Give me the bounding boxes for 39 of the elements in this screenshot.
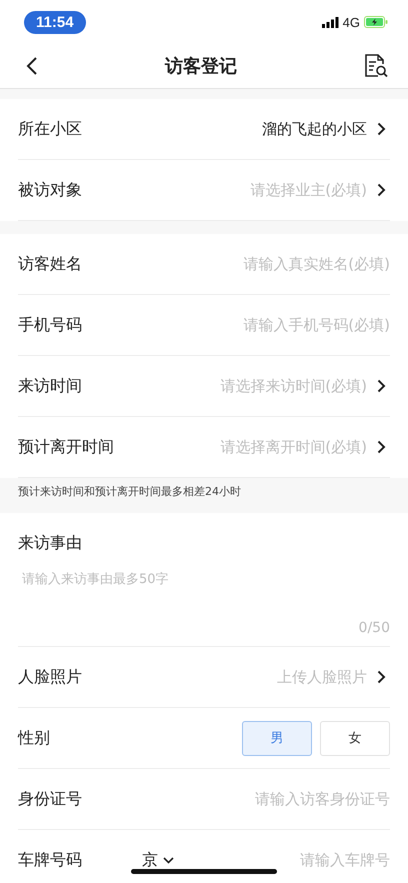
chevron-right-icon[interactable] — [377, 670, 386, 684]
select-field[interactable]: 请选择来访时间(必填) — [82, 376, 367, 396]
field-label: 性别 — [18, 728, 50, 748]
field-label: 车牌号码 — [18, 850, 82, 870]
select-field[interactable]: 请选择业主(必填) — [82, 180, 367, 200]
caret-icon — [163, 856, 174, 864]
back-icon[interactable] — [26, 56, 38, 76]
field-label: 来访时间 — [18, 376, 82, 396]
field-label: 访客姓名 — [18, 254, 82, 274]
reason-field[interactable]: 请输入来访事由最多50字 0/50 — [18, 554, 390, 646]
text-field[interactable]: 请输入真实姓名(必填) — [82, 255, 390, 273]
status-time: 11:54 — [24, 10, 86, 34]
field-label: 预计离开时间 — [18, 436, 114, 458]
text-field[interactable]: 请输入手机号码(必填) — [82, 316, 390, 334]
battery-icon — [364, 16, 388, 28]
plate-field[interactable]: 请输入车牌号 — [184, 851, 390, 869]
field-label: 被访对象 — [18, 180, 82, 200]
text-field[interactable]: 请输入访客身份证号 — [82, 790, 390, 808]
chevron-right-icon[interactable] — [377, 379, 386, 393]
province-dropdown[interactable]: 京 — [142, 850, 174, 870]
document-search-icon[interactable] — [364, 53, 388, 79]
field-label: 手机号码 — [18, 314, 82, 336]
select-field[interactable]: 溜的飞起的小区 — [82, 120, 367, 138]
network-label: 4G — [342, 14, 360, 30]
select-field[interactable]: 请选择离开时间(必填) — [114, 438, 367, 456]
field-label: 来访事由 — [18, 533, 82, 552]
field-label: 身份证号 — [18, 788, 82, 810]
chevron-right-icon[interactable] — [377, 183, 386, 197]
gender-option[interactable]: 女 — [320, 720, 390, 756]
field-label: 所在小区 — [18, 118, 82, 140]
field-label: 人脸照片 — [18, 666, 82, 688]
chevron-right-icon[interactable] — [377, 122, 386, 136]
char-counter: 0/50 — [358, 620, 390, 636]
reason-placeholder: 请输入来访事由最多50字 — [22, 571, 170, 588]
page-title: 访客登记 — [165, 55, 237, 78]
select-field[interactable]: 上传人脸照片 — [82, 668, 367, 686]
gender-option[interactable]: 男 — [242, 720, 312, 756]
signal-icon — [322, 16, 339, 28]
chevron-right-icon[interactable] — [377, 440, 386, 454]
